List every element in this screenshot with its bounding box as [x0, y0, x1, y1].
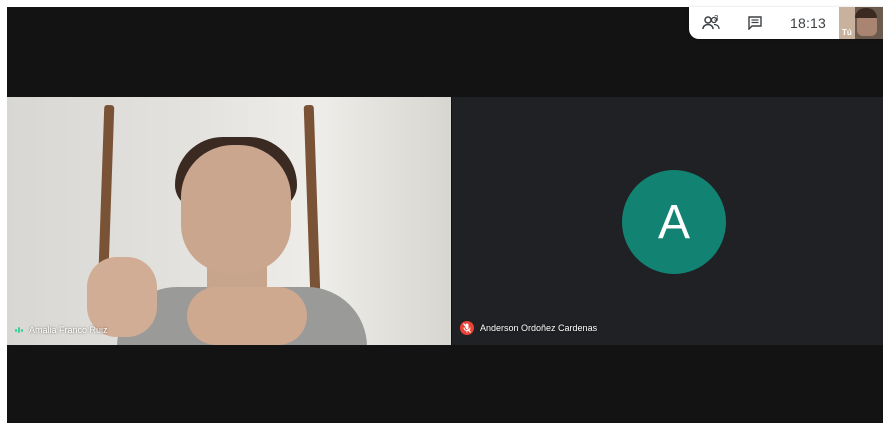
participant-name-bar: Amalia Franco Ruiz — [15, 325, 108, 335]
participants-button[interactable]: 3 — [689, 7, 733, 39]
top-bar: 3 18:13 Tú — [689, 7, 883, 39]
participant-name: Amalia Franco Ruiz — [29, 325, 108, 335]
participants-count: 3 — [714, 14, 719, 23]
self-view[interactable]: Tú — [839, 7, 883, 39]
mic-muted-icon — [460, 321, 474, 335]
avatar: A — [622, 170, 726, 274]
participant-name-bar: Anderson Ordoñez Cardenas — [460, 321, 597, 335]
chat-icon — [748, 16, 762, 30]
chat-button[interactable] — [733, 7, 777, 39]
participant-name: Anderson Ordoñez Cardenas — [480, 323, 598, 333]
participant-tile-anderson[interactable]: A Anderson Ordoñez Cardenas — [452, 97, 883, 345]
speaking-indicator-icon — [15, 327, 23, 333]
self-label: Tú — [842, 28, 852, 37]
clock: 18:13 — [789, 15, 827, 31]
participant-tile-amalia[interactable]: Amalia Franco Ruiz — [7, 97, 451, 345]
meeting-stage: 3 18:13 Tú Amalia Franco Ruiz A Anderson… — [7, 7, 883, 423]
